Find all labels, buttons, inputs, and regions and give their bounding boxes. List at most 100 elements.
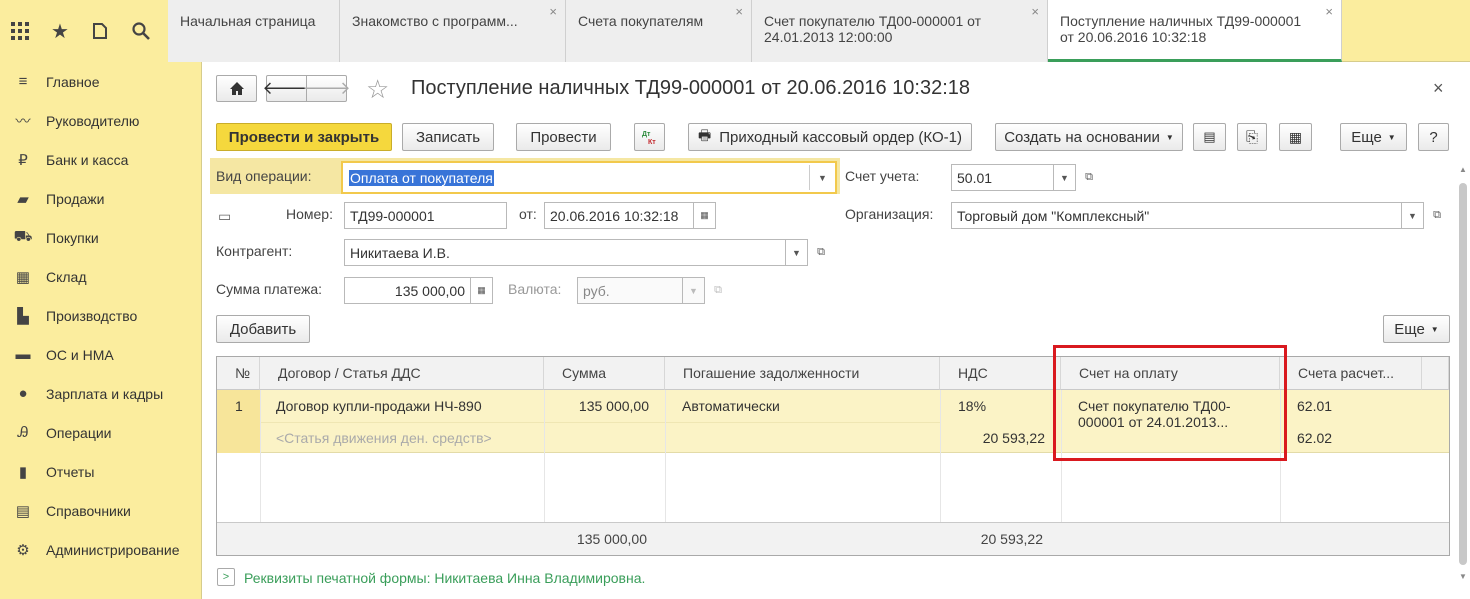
sidebar-item-operations[interactable]: Ꭿ Операции: [0, 413, 202, 452]
currency-field[interactable]: руб.: [577, 277, 683, 304]
tab-cash-receipt[interactable]: Поступление наличных ТД99-000001 от 20.0…: [1048, 0, 1342, 62]
row-sum[interactable]: 135 000,00: [544, 398, 649, 414]
row-dds-placeholder[interactable]: <Статья движения ден. средств>: [276, 430, 492, 446]
row-vat-rate[interactable]: 18%: [958, 398, 986, 414]
scroll-up-icon[interactable]: ▲: [1458, 165, 1468, 181]
close-icon[interactable]: ×: [1325, 4, 1333, 20]
help-button[interactable]: ?: [1418, 123, 1449, 151]
account-field[interactable]: 50.01: [951, 164, 1054, 191]
chevron-down-icon: ▼: [1387, 132, 1396, 142]
apps-grid-icon[interactable]: [7, 18, 33, 44]
attachment-button[interactable]: ⎘: [1237, 123, 1267, 151]
chevron-down-icon[interactable]: ▼: [1054, 164, 1076, 191]
paperclip-icon: ⎘: [1245, 128, 1258, 146]
post-and-close-button[interactable]: Провести и закрыть: [216, 123, 392, 151]
sidebar-item-bank[interactable]: ₽ Банк и касса: [0, 140, 202, 179]
sidebar-item-warehouse[interactable]: ▦ Склад: [0, 257, 202, 296]
sidebar-item-catalogs[interactable]: ▤ Справочники: [0, 491, 202, 530]
sidebar-item-label: Банк и касса: [46, 151, 129, 168]
home-button[interactable]: [216, 75, 257, 102]
close-icon[interactable]: ×: [1433, 78, 1444, 99]
cash-order-print-button[interactable]: 🖶 Приходный кассовый ордер (КО-1): [688, 123, 972, 151]
sidebar-item-admin[interactable]: ⚙ Администрирование: [0, 530, 202, 569]
date-field[interactable]: 20.06.2016 10:32:18: [544, 202, 694, 229]
col-header-accounts[interactable]: Счета расчет...: [1280, 357, 1422, 390]
col-header-vat[interactable]: НДС: [940, 357, 1061, 390]
print-form-link[interactable]: Реквизиты печатной формы: Никитаева Инна…: [244, 570, 645, 586]
chevron-down-icon[interactable]: ▼: [809, 165, 835, 190]
row-account-1[interactable]: 62.01: [1297, 398, 1332, 414]
col-divider: [260, 390, 261, 522]
sidebar-item-label: ОС и НМА: [46, 346, 114, 363]
write-button[interactable]: Записать: [402, 123, 494, 151]
sidebar-item-production[interactable]: ▙ Производство: [0, 296, 202, 335]
contractor-field[interactable]: Никитаева И.В.: [344, 239, 786, 266]
dt-kt-button[interactable]: Дт Кт: [634, 123, 665, 151]
tab-label: Счет покупателю ТД00-000001 от 24.01.201…: [764, 13, 982, 45]
calculator-button[interactable]: ▦: [1279, 123, 1312, 151]
forward-button[interactable]: 🡒: [302, 75, 351, 102]
tab-invoices[interactable]: Счета покупателям ×: [566, 0, 752, 62]
create-based-on-button[interactable]: Создать на основании ▼: [995, 123, 1183, 151]
footer-sum: 135 000,00: [576, 531, 647, 547]
close-icon[interactable]: ×: [735, 4, 743, 20]
row-vat-sum[interactable]: 20 593,22: [940, 430, 1045, 446]
favorite-star-icon[interactable]: ☆: [366, 74, 389, 105]
op-type-select[interactable]: Оплата от покупателя ▼: [341, 161, 837, 194]
tab-home[interactable]: Начальная страница: [168, 0, 340, 62]
cash-order-label: Приходный кассовый ордер (КО-1): [719, 128, 962, 146]
chevron-right-icon[interactable]: >: [217, 568, 235, 586]
col-header-contract[interactable]: Договор / Статья ДДС: [260, 357, 544, 390]
sum-field[interactable]: 135 000,00: [344, 277, 471, 304]
sidebar-item-purchases[interactable]: ⛟ Покупки: [0, 218, 202, 257]
row-account-2[interactable]: 62.02: [1297, 430, 1332, 446]
sidebar-item-reports[interactable]: ▮ Отчеты: [0, 452, 202, 491]
post-button[interactable]: Провести: [516, 123, 611, 151]
sidebar-item-main[interactable]: ≡ Главное: [0, 62, 202, 101]
favorites-star-icon[interactable]: ★: [47, 18, 73, 44]
calendar-icon[interactable]: ▦: [694, 202, 716, 229]
back-button[interactable]: 🡐: [262, 75, 311, 102]
menu-icon: ≡: [18, 73, 28, 90]
sidebar-item-hr[interactable]: ● Зарплата и кадры: [0, 374, 202, 413]
search-icon[interactable]: [128, 18, 154, 44]
row-contract[interactable]: Договор купли-продажи НЧ-890: [276, 398, 482, 414]
svg-text:Дт: Дт: [642, 131, 651, 138]
history-icon[interactable]: [87, 18, 113, 44]
tab-invoice-doc[interactable]: Счет покупателю ТД00-000001 от 24.01.201…: [752, 0, 1048, 62]
op-type-label: Вид операции:: [216, 168, 312, 184]
tab-intro[interactable]: Знакомство с программ... ×: [340, 0, 566, 62]
warehouse-icon: ▦: [15, 268, 31, 286]
number-field[interactable]: ТД99-000001: [344, 202, 507, 229]
chevron-down-icon[interactable]: ▼: [786, 239, 808, 266]
scrollbar-thumb[interactable]: [1459, 183, 1467, 565]
open-icon[interactable]: ⧉: [707, 277, 729, 304]
chevron-down-icon[interactable]: ▼: [683, 277, 705, 304]
open-icon[interactable]: ⧉: [810, 239, 832, 266]
more-button[interactable]: Еще ▼: [1340, 123, 1407, 151]
sidebar-item-manager[interactable]: 〰 Руководителю: [0, 101, 202, 140]
col-header-sum[interactable]: Сумма: [544, 357, 665, 390]
person-icon: ●: [18, 385, 28, 402]
add-button[interactable]: Добавить: [216, 315, 310, 343]
sidebar-item-sales[interactable]: ▰ Продажи: [0, 179, 202, 218]
open-icon[interactable]: ⧉: [1078, 164, 1100, 191]
ruble-icon: ₽: [18, 151, 28, 169]
sidebar-item-assets[interactable]: ▬ ОС и НМА: [0, 335, 202, 374]
close-icon[interactable]: ×: [549, 4, 557, 20]
org-field[interactable]: Торговый дом "Комплексный": [951, 202, 1402, 229]
document-icon: ▤: [1203, 129, 1216, 144]
row-repayment[interactable]: Автоматически: [682, 398, 780, 414]
svg-text:Кт: Кт: [648, 139, 656, 146]
table-more-button[interactable]: Еще ▼: [1383, 315, 1450, 343]
document-info-icon[interactable]: ▭: [218, 208, 231, 225]
document-button[interactable]: ▤: [1193, 123, 1226, 151]
close-icon[interactable]: ×: [1031, 4, 1039, 20]
col-header-repayment[interactable]: Погашение задолженности: [665, 357, 940, 390]
scroll-down-icon[interactable]: ▼: [1458, 572, 1468, 588]
col-header-num[interactable]: №: [217, 357, 260, 390]
chevron-down-icon[interactable]: ▼: [1402, 202, 1424, 229]
calculator-icon[interactable]: ▦: [471, 277, 493, 304]
row-num: 1: [235, 398, 243, 414]
open-icon[interactable]: ⧉: [1426, 202, 1448, 229]
